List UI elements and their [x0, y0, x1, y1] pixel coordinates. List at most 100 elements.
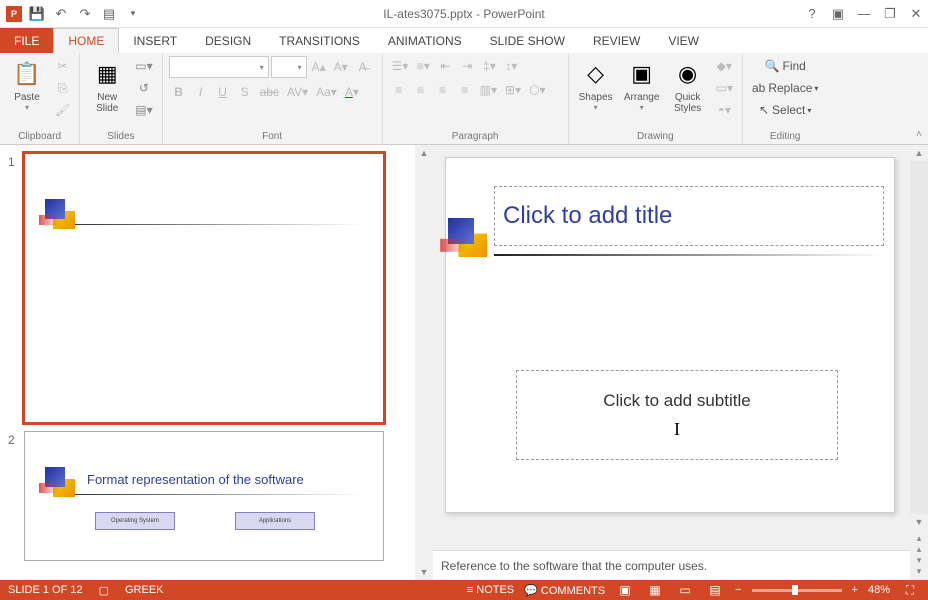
redo-icon[interactable]: ↷ [76, 5, 94, 23]
zoom-slider[interactable] [752, 589, 842, 592]
scroll-up-icon[interactable]: ▲ [415, 145, 433, 161]
zoom-out-icon[interactable]: − [735, 584, 741, 596]
zoom-level[interactable]: 48% [868, 584, 890, 596]
italic-button[interactable]: I [191, 82, 211, 102]
tab-review[interactable]: REVIEW [579, 28, 654, 53]
shape-fill-icon[interactable]: ◆▾ [713, 56, 736, 76]
tab-view[interactable]: VIEW [654, 28, 713, 53]
reading-view-icon[interactable]: ▭ [675, 583, 695, 597]
layout-icon[interactable]: ▭▾ [132, 56, 155, 76]
arrange-button[interactable]: ▣ Arrange ▾ [621, 56, 663, 114]
next-slide-icon[interactable]: ▾ [917, 556, 922, 565]
spell-check-icon[interactable]: ▢ [99, 584, 109, 597]
align-center-icon[interactable]: ≡ [411, 80, 431, 100]
tab-insert[interactable]: INSERT [119, 28, 191, 53]
underline-button[interactable]: U [213, 82, 233, 102]
change-case-icon[interactable]: Aa▾ [313, 82, 340, 102]
align-left-icon[interactable]: ≡ [389, 80, 409, 100]
shape-outline-icon[interactable]: ▭▾ [713, 78, 736, 98]
replace-button[interactable]: abReplace▾ [749, 78, 821, 98]
qat-customize-icon[interactable]: ▾ [124, 5, 142, 23]
paste-button[interactable]: 📋 Paste ▾ [6, 56, 48, 114]
line-spacing-icon[interactable]: ‡▾ [479, 56, 499, 76]
bold-button[interactable]: B [169, 82, 189, 102]
subtitle-placeholder-text: Click to add subtitle [603, 391, 750, 411]
thumbnail-1[interactable]: 1 [24, 153, 401, 423]
increase-font-icon[interactable]: A▴ [309, 57, 329, 77]
text-cursor-icon: I [674, 419, 680, 440]
slide-sorter-icon[interactable]: ▦ [645, 583, 665, 597]
character-spacing-icon[interactable]: AV▾ [284, 82, 311, 102]
tab-animations[interactable]: ANIMATIONS [374, 28, 476, 53]
bullets-icon[interactable]: ☰▾ [389, 56, 412, 76]
strikethrough-button[interactable]: abc [257, 82, 282, 102]
slideshow-view-icon[interactable]: ▤ [705, 583, 725, 597]
zoom-in-icon[interactable]: + [852, 584, 858, 596]
quick-styles-button[interactable]: ◉ Quick Styles [667, 56, 709, 116]
shapes-button[interactable]: ◇ Shapes ▾ [575, 56, 617, 114]
notes-preview[interactable]: Reference to the software that the compu… [433, 550, 910, 580]
shadow-button[interactable]: S [235, 82, 255, 102]
tab-file[interactable]: FILE [0, 28, 53, 53]
align-text-icon[interactable]: ⊞▾ [502, 80, 524, 100]
cut-icon[interactable]: ✂ [52, 56, 73, 76]
font-color-icon[interactable]: A▾ [342, 82, 362, 102]
scroll-down-icon[interactable]: ▼ [415, 564, 433, 580]
text-direction-icon[interactable]: ↕▾ [501, 56, 521, 76]
find-button[interactable]: 🔍Find [749, 56, 821, 76]
slide-thumbnail[interactable]: Format representation of the software Op… [24, 431, 384, 561]
select-button[interactable]: ↖Select▾ [749, 100, 821, 120]
increase-indent-icon[interactable]: ⇥ [457, 56, 477, 76]
current-slide[interactable]: Click to add title Click to add subtitle… [445, 157, 895, 513]
tab-slideshow[interactable]: SLIDE SHOW [476, 28, 579, 53]
section-icon[interactable]: ▤▾ [132, 100, 155, 120]
notes-button[interactable]: ≡ NOTES [467, 584, 514, 596]
help-icon[interactable]: ? [804, 6, 820, 22]
save-icon[interactable]: 💾 [28, 5, 46, 23]
next-slide-icon[interactable]: ▾ [917, 567, 922, 576]
align-right-icon[interactable]: ≡ [433, 80, 453, 100]
decrease-font-icon[interactable]: A▾ [331, 57, 351, 77]
tab-transitions[interactable]: TRANSITIONS [265, 28, 374, 53]
group-label-paragraph: Paragraph [389, 129, 562, 144]
thumbnail-scrollbar[interactable]: ▲ ▼ [415, 145, 433, 580]
new-slide-button[interactable]: ▦ New Slide [86, 56, 128, 116]
font-size-combo[interactable]: ▾ [271, 56, 307, 78]
tab-design[interactable]: DESIGN [191, 28, 265, 53]
powerpoint-icon: P [6, 6, 22, 22]
smartart-icon[interactable]: ⬡▾ [526, 80, 549, 100]
restore-icon[interactable]: ❐ [882, 6, 898, 22]
title-placeholder[interactable]: Click to add title [494, 186, 884, 246]
slide-thumbnail[interactable] [24, 153, 384, 423]
start-from-beginning-icon[interactable]: ▤ [100, 5, 118, 23]
format-painter-icon[interactable]: 🖌 [52, 100, 73, 120]
language-indicator[interactable]: GREEK [125, 584, 164, 596]
ribbon-display-icon[interactable]: ▣ [830, 6, 846, 22]
reset-icon[interactable]: ↺ [132, 78, 155, 98]
copy-icon[interactable]: ⎘ [52, 78, 73, 98]
justify-icon[interactable]: ≡ [455, 80, 475, 100]
font-family-combo[interactable]: ▾ [169, 56, 269, 78]
undo-icon[interactable]: ↶ [52, 5, 70, 23]
normal-view-icon[interactable]: ▣ [615, 583, 635, 597]
scroll-down-icon[interactable]: ▼ [910, 514, 928, 530]
clear-formatting-icon[interactable]: A̶ [353, 57, 373, 77]
thumbnail-2[interactable]: 2 Format representation of the software … [24, 431, 401, 561]
collapse-ribbon-icon[interactable]: ˄ [916, 129, 922, 140]
comments-button[interactable]: 💬 COMMENTS [524, 584, 605, 597]
tab-home[interactable]: HOME [53, 28, 119, 53]
slide-editor: Click to add title Click to add subtitle… [433, 145, 928, 580]
columns-icon[interactable]: ▥▾ [477, 80, 500, 100]
shape-effects-icon[interactable]: ◓▾ [713, 100, 736, 120]
close-icon[interactable]: ✕ [908, 6, 924, 22]
numbering-icon[interactable]: ≡▾ [413, 56, 433, 76]
fit-to-window-icon[interactable]: ⛶ [900, 583, 920, 597]
scroll-up-icon[interactable]: ▲ [910, 145, 928, 161]
minimize-icon[interactable]: — [856, 6, 872, 22]
editor-scrollbar[interactable]: ▲ ▼ ▴ ▴ ▾ ▾ [910, 145, 928, 580]
subtitle-placeholder[interactable]: Click to add subtitle I [516, 370, 838, 460]
prev-slide-icon[interactable]: ▴ [917, 545, 922, 554]
slide-counter[interactable]: SLIDE 1 OF 12 [8, 584, 83, 596]
decrease-indent-icon[interactable]: ⇤ [435, 56, 455, 76]
prev-slide-icon[interactable]: ▴ [917, 534, 922, 543]
